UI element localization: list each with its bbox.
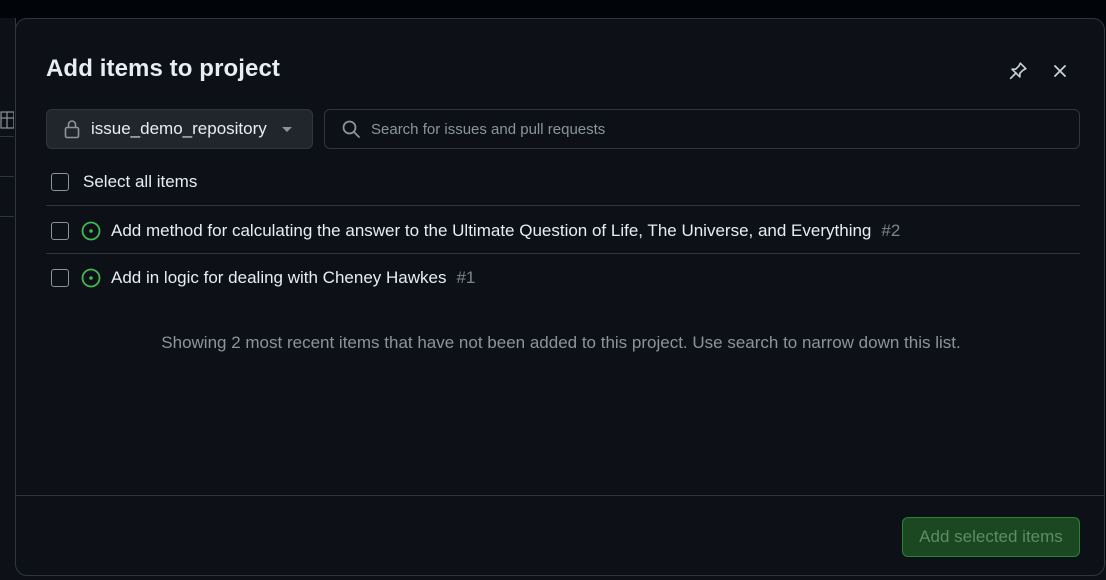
list-hint: Showing 2 most recent items that have no…	[161, 333, 961, 352]
list-item[interactable]: Add in logic for dealing with Cheney Haw…	[51, 266, 475, 290]
add-selected-items-button[interactable]: Add selected items	[902, 517, 1080, 557]
dialog-title: Add items to project	[46, 55, 281, 82]
repository-select[interactable]: issue_demo_repository	[46, 109, 313, 149]
item-title[interactable]: Add method for calculating the answer to…	[111, 221, 871, 241]
item-number: #2	[881, 221, 901, 240]
repository-label: issue_demo_repository	[91, 119, 267, 138]
search-icon	[341, 119, 361, 139]
table-view-icon	[0, 111, 15, 129]
item-title[interactable]: Add in logic for dealing with Cheney Haw…	[111, 268, 446, 288]
divider	[46, 205, 1080, 206]
list-item[interactable]: Add method for calculating the answer to…	[51, 219, 900, 243]
app-top-bar	[0, 0, 1106, 18]
search-field[interactable]	[324, 109, 1080, 149]
item-checkbox[interactable]	[51, 222, 69, 240]
select-all-checkbox[interactable]	[51, 173, 69, 191]
pin-icon	[1007, 60, 1029, 82]
divider	[0, 136, 14, 137]
background-app-panel	[0, 18, 16, 580]
divider	[0, 176, 14, 177]
divider	[0, 216, 14, 217]
item-checkbox[interactable]	[51, 269, 69, 287]
close-icon	[1052, 63, 1068, 79]
select-all-label: Select all items	[83, 172, 198, 191]
open-issue-icon	[81, 268, 101, 288]
close-button[interactable]	[1046, 57, 1074, 85]
select-all-row[interactable]: Select all items	[51, 172, 197, 192]
pin-button[interactable]	[1004, 57, 1032, 85]
item-number: #1	[456, 268, 476, 287]
chevron-down-icon	[282, 127, 292, 132]
lock-icon	[63, 119, 81, 139]
footer-divider	[16, 495, 1104, 496]
divider	[46, 253, 1080, 254]
add-items-dialog: Add items to project issue_demo_reposito…	[15, 18, 1105, 576]
open-issue-icon	[81, 221, 101, 241]
search-input[interactable]	[369, 119, 1079, 139]
